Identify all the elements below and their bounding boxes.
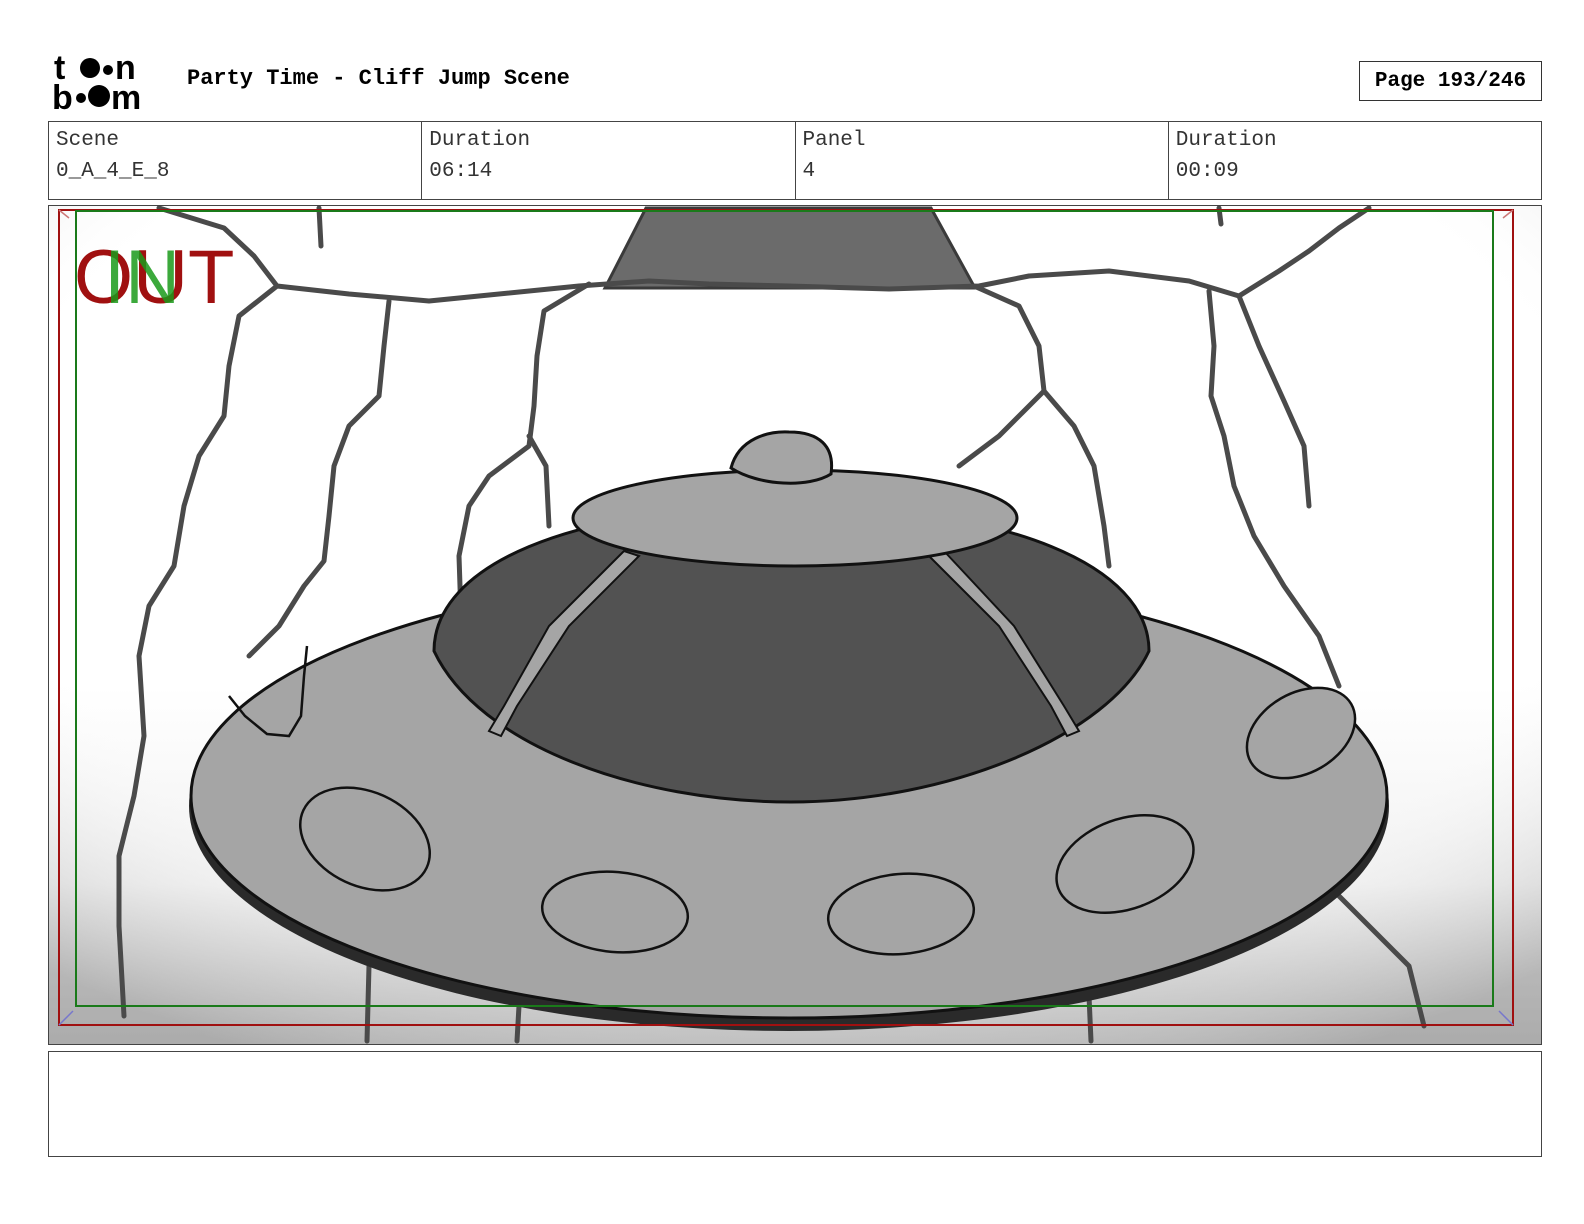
panel-drawing: OUT IN (49, 206, 1541, 1044)
logo-dot-small-2 (76, 93, 86, 103)
page-number: Page 193/246 (1359, 61, 1542, 101)
scene-value: 0_A_4_E_8 (56, 160, 170, 183)
panel-label: Panel (802, 129, 866, 152)
storyboard-panel: OUT IN (48, 205, 1542, 1045)
document-title: Party Time - Cliff Jump Scene (187, 66, 570, 91)
toonboom-logo: t n b m (52, 50, 141, 112)
panel-duration-value: 00:09 (1175, 160, 1239, 183)
panel-cell: Panel 4 (796, 122, 1169, 199)
scene-duration-value: 06:14 (429, 160, 493, 183)
scene-info-table: Scene 0_A_4_E_8 Duration 06:14 Panel 4 D… (48, 121, 1542, 200)
scene-cell: Scene 0_A_4_E_8 (49, 122, 423, 199)
scene-duration-cell: Duration 06:14 (422, 122, 796, 199)
logo-letter-b: b (52, 79, 73, 112)
panel-notes (48, 1051, 1542, 1157)
ceiling-shaft (602, 206, 978, 290)
panel-value: 4 (802, 160, 816, 183)
logo-dot-large (80, 58, 100, 78)
panel-duration-label: Duration (1175, 129, 1277, 152)
logo-letter-m: m (111, 79, 141, 112)
marker-in: IN (104, 235, 180, 320)
logo-dot-small (103, 65, 113, 75)
panel-duration-cell: Duration 00:09 (1169, 122, 1541, 199)
scene-duration-label: Duration (429, 129, 531, 152)
logo-dot-large-2 (88, 85, 110, 107)
scene-label: Scene (56, 129, 120, 152)
